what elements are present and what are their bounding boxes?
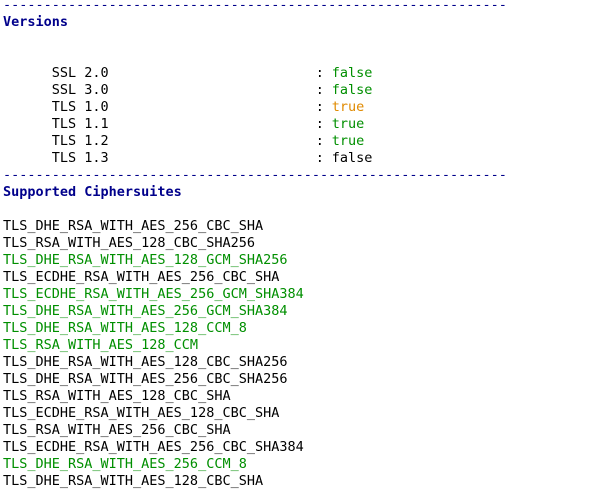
version-value: true: [331, 133, 365, 149]
ciphersuite-item: TLS_RSA_WITH_AES_128_CBC_SHA: [3, 388, 231, 404]
colon-separator: :: [315, 99, 324, 115]
version-name: TLS 1.0: [51, 99, 109, 115]
ciphersuite-item: TLS_DHE_RSA_WITH_AES_256_CCM_8: [3, 456, 247, 472]
ciphersuite-list: TLS_DHE_RSA_WITH_AES_256_CBC_SHA TLS_RSA…: [3, 218, 597, 490]
versions-heading: Versions: [3, 14, 69, 30]
ciphersuite-item: TLS_ECDHE_RSA_WITH_AES_256_GCM_SHA384: [3, 286, 304, 302]
ciphersuite-item: TLS_DHE_RSA_WITH_AES_128_CBC_SHA256: [3, 354, 288, 370]
terminal-output: ----------------------------------------…: [3, 0, 597, 490]
ciphersuite-item: TLS_DHE_RSA_WITH_AES_128_GCM_SHA256: [3, 252, 288, 268]
version-name: TLS 1.1: [51, 116, 109, 132]
version-row: SSL 2.0: false: [3, 48, 597, 81]
colon-separator: :: [315, 116, 324, 132]
ciphersuite-item: TLS_ECDHE_RSA_WITH_AES_128_CBC_SHA: [3, 405, 280, 421]
version-value: false: [331, 82, 373, 98]
ciphersuite-item: TLS_RSA_WITH_AES_128_CBC_SHA256: [3, 235, 255, 251]
version-value: false: [331, 150, 373, 166]
version-value: true: [331, 99, 365, 115]
version-name: TLS 1.3: [51, 150, 109, 166]
version-value: false: [331, 65, 373, 81]
ciphersuite-item: TLS_DHE_RSA_WITH_AES_256_GCM_SHA384: [3, 303, 288, 319]
versions-list: SSL 2.0: false SSL 3.0: false TLS 1.0: true…: [3, 48, 597, 166]
colon-separator: :: [315, 150, 324, 166]
separator-line: ----------------------------------------…: [3, 167, 507, 183]
ciphersuite-item: TLS_RSA_WITH_AES_128_CCM: [3, 337, 199, 353]
ciphersuite-item: TLS_RSA_WITH_AES_256_CBC_SHA: [3, 422, 231, 438]
ciphersuite-item: TLS_DHE_RSA_WITH_AES_256_CBC_SHA: [3, 218, 264, 234]
ciphersuite-item: TLS_ECDHE_RSA_WITH_AES_256_CBC_SHA: [3, 269, 280, 285]
version-name: SSL 2.0: [51, 65, 109, 81]
ciphersuite-item: TLS_DHE_RSA_WITH_AES_256_CBC_SHA256: [3, 371, 288, 387]
ciphersuite-item: TLS_DHE_RSA_WITH_AES_128_CBC_SHA: [3, 473, 264, 489]
version-name: SSL 3.0: [51, 82, 109, 98]
colon-separator: :: [315, 82, 324, 98]
version-value: true: [331, 116, 365, 132]
version-name: TLS 1.2: [51, 133, 109, 149]
separator-line: ----------------------------------------…: [3, 0, 507, 13]
ciphersuite-item: TLS_DHE_RSA_WITH_AES_128_CCM_8: [3, 320, 247, 336]
colon-separator: :: [315, 65, 324, 81]
ciphersuites-heading: Supported Ciphersuites: [3, 184, 182, 200]
ciphersuite-item: TLS_ECDHE_RSA_WITH_AES_256_CBC_SHA384: [3, 439, 304, 455]
colon-separator: :: [315, 133, 324, 149]
